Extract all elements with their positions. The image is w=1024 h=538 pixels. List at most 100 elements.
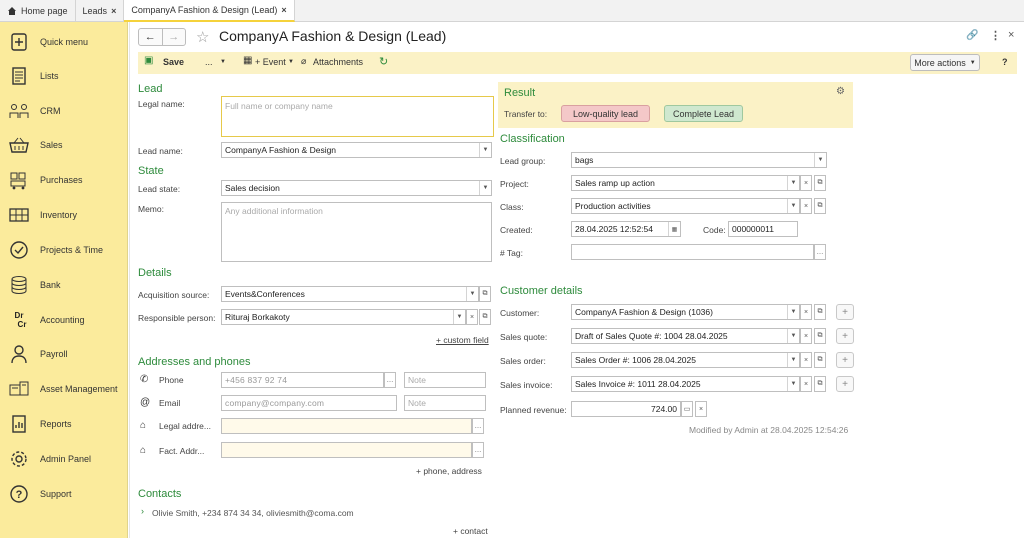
clear-icon[interactable]: × <box>800 198 812 214</box>
sidebar-item-bank[interactable]: Bank <box>0 268 128 302</box>
add-customer-button[interactable]: + <box>836 304 854 320</box>
star-icon[interactable]: ☆ <box>196 28 209 46</box>
chevron-down-icon[interactable]: ▼ <box>466 287 478 301</box>
sidebar-item-purchases[interactable]: Purchases <box>0 163 128 197</box>
low-quality-lead-button[interactable]: Low-quality lead <box>561 105 650 122</box>
chevron-down-icon[interactable]: ▼ <box>479 181 491 195</box>
chevron-down-icon[interactable]: ▼ <box>787 305 799 319</box>
planned-revenue-input[interactable]: 724.00 <box>571 401 681 417</box>
sales-order-field[interactable]: Sales Order #: 1006 28.04.2025 ▼ <box>571 352 800 368</box>
add-contact-link[interactable]: + contact <box>453 526 488 536</box>
email-input[interactable]: company@company.com <box>221 395 397 411</box>
add-sales-invoice-button[interactable]: + <box>836 376 854 392</box>
sidebar-item-crm[interactable]: CRM <box>0 94 128 128</box>
clear-icon[interactable]: × <box>800 304 812 320</box>
clear-icon[interactable]: × <box>800 175 812 191</box>
lead-name-field[interactable]: CompanyA Fashion & Design ▼ <box>221 142 492 158</box>
tab-lead-card[interactable]: CompanyA Fashion & Design (Lead) × <box>124 0 295 22</box>
attachments-button[interactable]: Attachments <box>313 57 363 67</box>
open-icon[interactable]: ⧉ <box>814 175 826 191</box>
tab-home[interactable]: Home page <box>0 0 76 22</box>
forward-arrow-icon[interactable]: → <box>161 29 186 45</box>
chevron-down-icon[interactable]: ▼ <box>787 176 799 190</box>
chevron-right-icon[interactable]: › <box>141 506 144 516</box>
add-phone-address-link[interactable]: + phone, address <box>416 466 482 476</box>
open-icon[interactable]: ⧉ <box>814 376 826 392</box>
help-button[interactable]: ? <box>1002 57 1008 67</box>
kebab-menu-icon[interactable]: ⋮ <box>990 29 1001 42</box>
close-icon[interactable]: × <box>111 6 116 16</box>
legal-address-input[interactable] <box>221 418 472 434</box>
lead-state-select[interactable]: Sales decision ▼ <box>221 180 492 196</box>
add-sales-order-button[interactable]: + <box>836 352 854 368</box>
sidebar-item-reports[interactable]: Reports <box>0 407 128 441</box>
open-icon[interactable]: ⧉ <box>814 352 826 368</box>
clear-icon[interactable]: × <box>800 376 812 392</box>
phone-note-input[interactable]: Note <box>404 372 486 388</box>
add-event-button[interactable]: + Event <box>255 57 286 67</box>
sidebar-item-asset[interactable]: Asset Management <box>0 372 128 406</box>
open-icon[interactable]: ⧉ <box>479 309 491 325</box>
chevron-down-icon[interactable]: ▼ <box>288 59 294 65</box>
complete-lead-button[interactable]: Complete Lead <box>664 105 743 122</box>
sidebar-item-quick-menu[interactable]: Quick menu <box>0 25 128 59</box>
tab-leads[interactable]: Leads × <box>76 0 125 22</box>
fact-address-input[interactable] <box>221 442 472 458</box>
tag-input[interactable] <box>571 244 814 260</box>
more-dots-icon[interactable]: … <box>472 418 484 434</box>
add-sales-quote-button[interactable]: + <box>836 328 854 344</box>
chevron-down-icon[interactable]: ▼ <box>220 59 226 65</box>
acquisition-source-field[interactable]: Events&Conferences ▼ <box>221 286 479 302</box>
class-field[interactable]: Production activities ▼ <box>571 198 800 214</box>
chevron-down-icon[interactable]: ▼ <box>814 153 826 167</box>
more-dots-icon[interactable]: … <box>384 372 396 388</box>
more-dots-icon[interactable]: … <box>814 244 826 260</box>
more-actions-button[interactable]: More actions ▼ <box>910 54 980 71</box>
open-icon[interactable]: ⧉ <box>814 198 826 214</box>
save-button[interactable]: Save <box>163 57 184 67</box>
sidebar-item-support[interactable]: ? Support <box>0 477 128 511</box>
chevron-down-icon[interactable]: ▼ <box>787 377 799 391</box>
clear-icon[interactable]: × <box>695 401 707 417</box>
close-icon[interactable]: × <box>1008 29 1014 41</box>
more-dots-icon[interactable]: … <box>472 442 484 458</box>
sales-invoice-field[interactable]: Sales Invoice #: 1011 28.04.2025 ▼ <box>571 376 800 392</box>
chevron-down-icon[interactable]: ▼ <box>479 143 491 157</box>
clear-icon[interactable]: × <box>466 309 478 325</box>
more-dots-button[interactable]: ... <box>205 57 213 67</box>
project-field[interactable]: Sales ramp up action ▼ <box>571 175 800 191</box>
sales-quote-field[interactable]: Draft of Sales Quote #: 1004 28.04.2025 ▼ <box>571 328 800 344</box>
created-field[interactable]: 28.04.2025 12:52:54 ▦ <box>571 221 681 237</box>
lead-group-field[interactable]: bags ▼ <box>571 152 827 168</box>
clear-icon[interactable]: × <box>800 352 812 368</box>
calculator-icon[interactable]: ▭ <box>681 401 693 417</box>
phone-input[interactable]: +456 837 92 74 <box>221 372 384 388</box>
back-arrow-icon[interactable]: ← <box>139 29 162 45</box>
sidebar-item-admin[interactable]: Admin Panel <box>0 442 128 476</box>
chevron-down-icon[interactable]: ▼ <box>787 199 799 213</box>
chevron-down-icon[interactable]: ▼ <box>787 329 799 343</box>
sidebar-item-inventory[interactable]: Inventory <box>0 198 128 232</box>
open-icon[interactable]: ⧉ <box>814 328 826 344</box>
calendar-icon[interactable]: ▦ <box>668 222 680 236</box>
sidebar-item-payroll[interactable]: Payroll <box>0 337 128 371</box>
code-field[interactable]: 000000011 <box>728 221 798 237</box>
email-note-input[interactable]: Note <box>404 395 486 411</box>
open-icon[interactable]: ⧉ <box>479 286 491 302</box>
sidebar-item-lists[interactable]: Lists <box>0 59 128 93</box>
memo-input[interactable]: Any additional information <box>221 202 492 262</box>
open-icon[interactable]: ⧉ <box>814 304 826 320</box>
clear-icon[interactable]: × <box>800 328 812 344</box>
settings-gear-icon[interactable]: ⚙ <box>836 86 845 97</box>
responsible-field[interactable]: Rituraj Borkakoty ▼ <box>221 309 466 325</box>
close-icon[interactable]: × <box>281 5 286 15</box>
chevron-down-icon[interactable]: ▼ <box>453 310 465 324</box>
legal-name-input[interactable]: Full name or company name <box>221 96 494 137</box>
sidebar-item-sales[interactable]: Sales <box>0 128 128 162</box>
customer-field[interactable]: CompanyA Fashion & Design (1036) ▼ <box>571 304 800 320</box>
refresh-icon[interactable]: ↻ <box>379 55 388 68</box>
link-icon[interactable]: 🔗 <box>966 30 978 41</box>
chevron-down-icon[interactable]: ▼ <box>787 353 799 367</box>
sidebar-item-accounting[interactable]: Dr Cr Accounting <box>0 303 128 337</box>
contact-item[interactable]: Olivie Smith, +234 874 34 34, oliviesmit… <box>152 508 354 518</box>
